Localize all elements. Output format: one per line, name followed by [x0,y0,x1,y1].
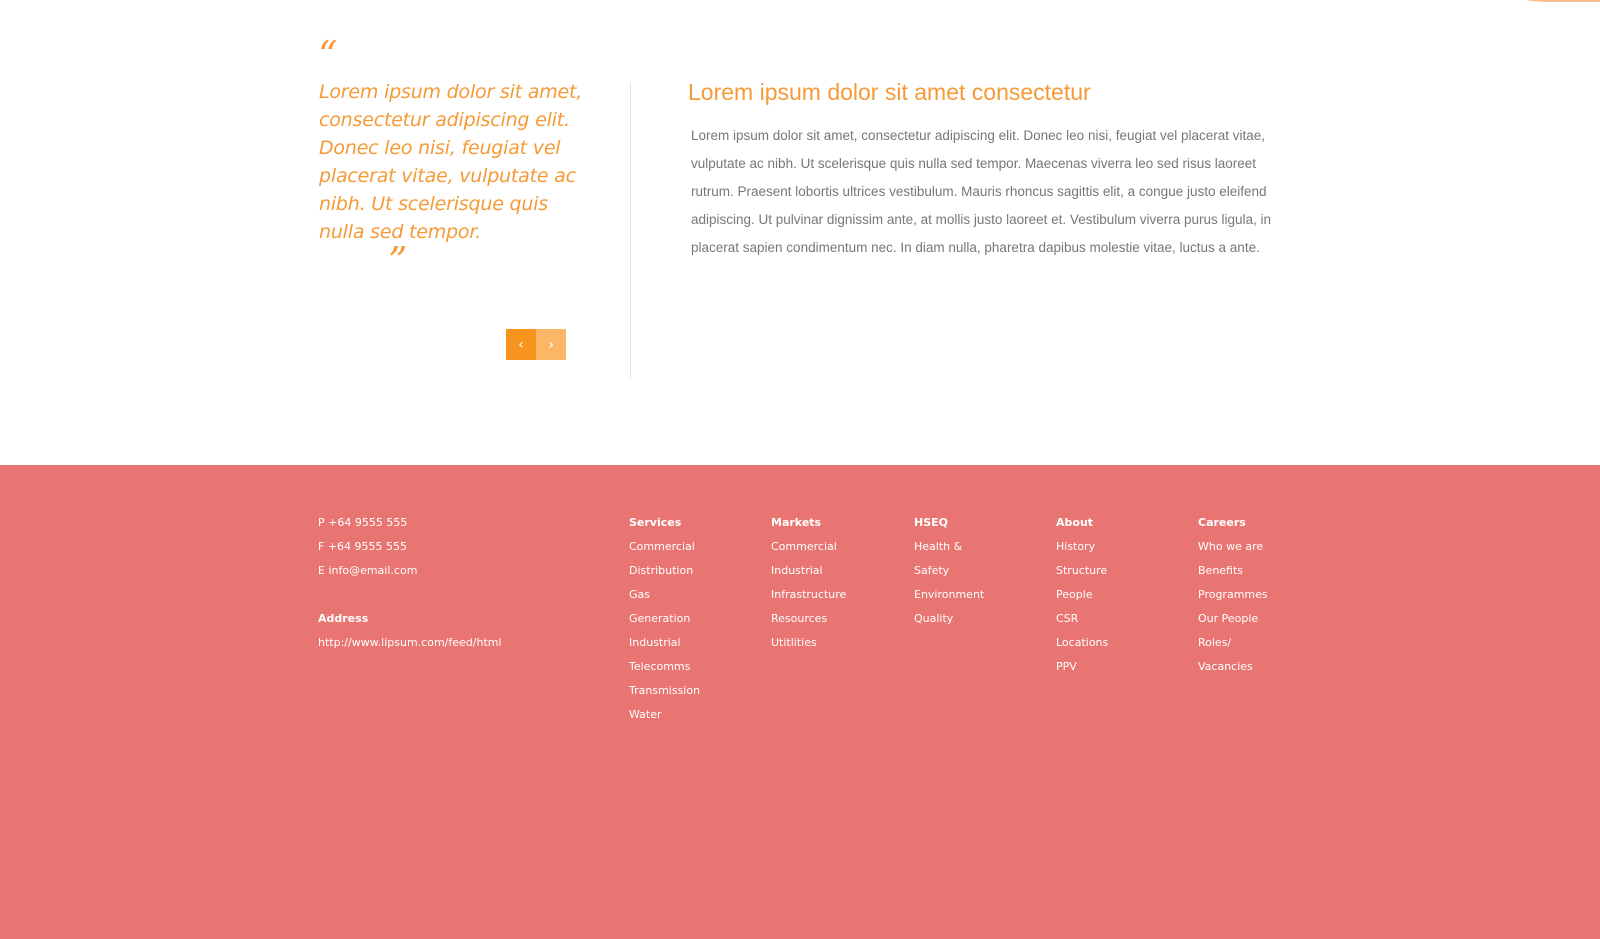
testimonial-slider-nav: ‹ › [506,329,566,360]
footer-link[interactable]: Locations [1056,631,1108,655]
phone-number: P +64 9555 555 [318,516,408,529]
footer-link[interactable]: Resources [771,607,846,631]
footer-link[interactable]: Generation [629,607,700,631]
footer-column-careers: Careers Who we are Benefits Programmes O… [1198,511,1268,679]
footer-link[interactable]: Health & [914,535,984,559]
next-button[interactable]: › [536,329,566,360]
article-body: Lorem ipsum dolor sit amet, consectetur … [691,128,1272,255]
footer-link[interactable]: Who we are [1198,535,1268,559]
footer-link[interactable]: Vacancies [1198,655,1268,679]
footer-link[interactable]: Environment [914,583,984,607]
site-footer: P +64 9555 555 F +64 9555 555 E info@ema… [0,465,1600,939]
article-section: Lorem ipsum dolor sit amet consectetur L… [688,78,1288,262]
footer-link[interactable]: Quality [914,607,984,631]
address-link[interactable]: http://www.lipsum.com/feed/html [318,631,502,655]
footer-link[interactable]: Infrastructure [771,583,846,607]
fax-number: F +64 9555 555 [318,540,408,553]
footer-heading-markets: Markets [771,516,822,529]
footer-link[interactable]: Commercial [629,535,700,559]
footer-link[interactable]: Our People [1198,607,1268,631]
previous-button[interactable]: ‹ [506,329,536,360]
footer-heading-careers: Careers [1198,516,1246,529]
footer-column-hseq: HSEQ Health & Safety Environment Quality [914,511,984,631]
footer-link[interactable]: Benefits [1198,559,1268,583]
address-heading: Address [318,612,369,625]
chevron-left-icon: ‹ [518,336,524,353]
footer-link[interactable]: PPV [1056,655,1108,679]
footer-link[interactable]: CSR [1056,607,1108,631]
footer-link[interactable]: Structure [1056,559,1108,583]
footer-link[interactable]: History [1056,535,1108,559]
footer-column-services: Services Commercial Distribution Gas Gen… [629,511,700,727]
footer-link[interactable]: Utitlities [771,631,846,655]
close-quote-icon: ” [388,239,408,283]
chevron-right-icon: › [548,336,554,353]
testimonial-text: Lorem ipsum dolor sit amet, consectetur … [319,81,583,243]
decorative-arc [1520,0,1600,2]
footer-column-markets: Markets Commercial Industrial Infrastruc… [771,511,846,655]
open-quote-icon: “ [318,33,338,77]
footer-link[interactable]: Safety [914,559,984,583]
footer-link[interactable]: Roles/ [1198,631,1268,655]
footer-link[interactable]: Industrial [771,559,846,583]
footer-heading-about: About [1056,516,1094,529]
footer-link[interactable]: Distribution [629,559,700,583]
footer-link[interactable]: Gas [629,583,700,607]
footer-link[interactable]: Telecomms [629,655,700,679]
footer-column-about: About History Structure People CSR Locat… [1056,511,1108,679]
footer-link[interactable]: Programmes [1198,583,1268,607]
footer-link[interactable]: Industrial [629,631,700,655]
footer-link[interactable]: Water [629,703,700,727]
footer-link[interactable]: Commercial [771,535,846,559]
footer-link[interactable]: Transmission [629,679,700,703]
vertical-divider [630,82,631,378]
testimonial-quote: “ Lorem ipsum dolor sit amet, consectetu… [318,33,584,283]
article-title: Lorem ipsum dolor sit amet consectetur [688,79,1091,105]
email-link[interactable]: E info@email.com [318,559,502,583]
footer-heading-hseq: HSEQ [914,516,948,529]
footer-heading-services: Services [629,516,682,529]
contact-info: P +64 9555 555 F +64 9555 555 E info@ema… [318,511,502,655]
footer-link[interactable]: People [1056,583,1108,607]
